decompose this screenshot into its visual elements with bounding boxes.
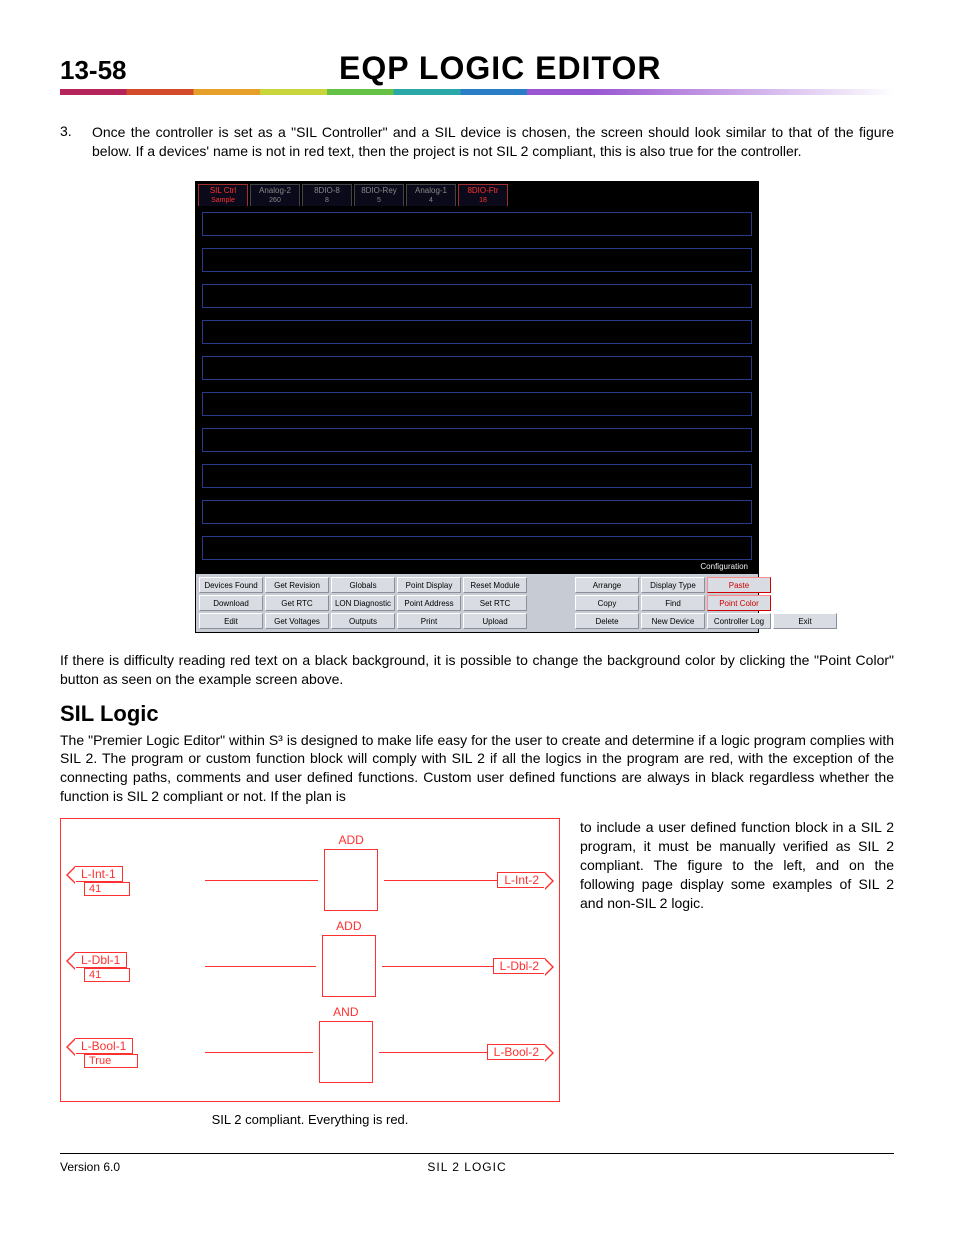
get-revision-button[interactable]: Get Revision <box>265 577 329 593</box>
globals-button[interactable]: Globals <box>331 577 395 593</box>
logic-diagram: L-Int-1 41 ADD L-Int-2 L-Dbl-1 41 ADD <box>60 818 560 1102</box>
output-pin: L-Dbl-2 <box>493 957 545 975</box>
pin-value: True <box>84 1054 138 1068</box>
figure-caption: SIL 2 compliant. Everything is red. <box>60 1112 560 1127</box>
tab-bar: SIL CtrlSample Analog-2260 8DIO-88 8DIO-… <box>196 182 758 206</box>
copy-button[interactable]: Copy <box>575 595 639 611</box>
page-header: 13-58 EQP LOGIC EDITOR <box>60 50 894 87</box>
point-rows: Configuration <box>196 206 758 574</box>
tab-analog-1[interactable]: Analog-14 <box>406 184 456 206</box>
and-block: AND <box>319 1021 373 1083</box>
tab-8dio-rey[interactable]: 8DIO-Rey5 <box>354 184 404 206</box>
screenshot-figure: SIL CtrlSample Analog-2260 8DIO-88 8DIO-… <box>60 181 894 633</box>
point-slot[interactable] <box>202 500 752 524</box>
point-slot[interactable] <box>202 356 752 380</box>
point-slot[interactable] <box>202 428 752 452</box>
pin-label: L-Int-2 <box>497 872 545 888</box>
wire <box>205 880 318 881</box>
footer-version: Version 6.0 <box>60 1160 120 1174</box>
pin-label: L-Dbl-1 <box>75 952 127 968</box>
controller-log-button[interactable]: Controller Log <box>707 613 771 629</box>
paste-button[interactable]: Paste <box>707 577 771 593</box>
tab-sil-ctrl[interactable]: SIL CtrlSample <box>198 184 248 206</box>
page-number: 13-58 <box>60 55 127 86</box>
step-number: 3. <box>60 123 78 173</box>
aside-text: to include a user defined function block… <box>580 818 894 912</box>
footer-rule <box>60 1153 894 1154</box>
pin-value: 41 <box>84 882 130 896</box>
add-block: ADD <box>322 935 376 997</box>
page: 13-58 EQP LOGIC EDITOR 3. Once the contr… <box>0 0 954 1214</box>
figure-and-text: L-Int-1 41 ADD L-Int-2 L-Dbl-1 41 ADD <box>60 818 894 1127</box>
input-pin: L-Int-1 41 <box>75 865 205 896</box>
wire <box>382 966 493 967</box>
numbered-step: 3. Once the controller is set as a "SIL … <box>60 123 894 173</box>
point-slot[interactable] <box>202 464 752 488</box>
pin-label: L-Int-1 <box>75 866 123 882</box>
find-button[interactable]: Find <box>641 595 705 611</box>
point-slot[interactable] <box>202 212 752 236</box>
pin-label: L-Dbl-2 <box>493 958 545 974</box>
pin-label: L-Bool-2 <box>487 1044 545 1060</box>
pin-value: 41 <box>84 968 130 982</box>
input-pin: L-Dbl-1 41 <box>75 951 205 982</box>
point-address-button[interactable]: Point Address <box>397 595 461 611</box>
point-slot[interactable] <box>202 284 752 308</box>
tab-8dio-8[interactable]: 8DIO-88 <box>302 184 352 206</box>
pin-label: L-Bool-1 <box>75 1038 133 1054</box>
devices-found-button[interactable]: Devices Found <box>199 577 263 593</box>
point-display-button[interactable]: Point Display <box>397 577 461 593</box>
point-color-button[interactable]: Point Color <box>707 595 771 611</box>
get-voltages-button[interactable]: Get Voltages <box>265 613 329 629</box>
arrange-button[interactable]: Arrange <box>575 577 639 593</box>
display-type-button[interactable]: Display Type <box>641 577 705 593</box>
exit-button[interactable]: Exit <box>773 613 837 629</box>
configuration-label: Configuration <box>202 562 752 572</box>
download-button[interactable]: Download <box>199 595 263 611</box>
header-rule <box>60 89 894 95</box>
set-rtc-button[interactable]: Set RTC <box>463 595 527 611</box>
print-button[interactable]: Print <box>397 613 461 629</box>
lon-diagnostic-button[interactable]: LON Diagnostic <box>331 595 395 611</box>
get-rtc-button[interactable]: Get RTC <box>265 595 329 611</box>
add-block: ADD <box>324 849 378 911</box>
wire <box>379 1052 487 1053</box>
output-pin: L-Bool-2 <box>487 1043 545 1061</box>
upload-button[interactable]: Upload <box>463 613 527 629</box>
point-slot[interactable] <box>202 392 752 416</box>
input-pin: L-Bool-1 True <box>75 1037 205 1068</box>
wire <box>205 966 316 967</box>
paragraph: The "Premier Logic Editor" within S³ is … <box>60 731 894 807</box>
new-device-button[interactable]: New Device <box>641 613 705 629</box>
paragraph: If there is difficulty reading red text … <box>60 651 894 689</box>
page-footer: Version 6.0 SIL 2 LOGIC <box>60 1160 894 1174</box>
button-grid: Devices Found Get Revision Globals Point… <box>196 574 758 632</box>
app-window: SIL CtrlSample Analog-2260 8DIO-88 8DIO-… <box>195 181 759 633</box>
tab-analog-2[interactable]: Analog-2260 <box>250 184 300 206</box>
page-title: EQP LOGIC EDITOR <box>167 50 835 87</box>
footer-title: SIL 2 LOGIC <box>120 1160 814 1174</box>
delete-button[interactable]: Delete <box>575 613 639 629</box>
point-slot[interactable] <box>202 536 752 560</box>
output-pin: L-Int-2 <box>497 871 545 889</box>
point-slot[interactable] <box>202 248 752 272</box>
wire <box>384 880 497 881</box>
wire <box>205 1052 313 1053</box>
tab-8dio-ftr[interactable]: 8DIO-Ftr18 <box>458 184 508 206</box>
point-slot[interactable] <box>202 320 752 344</box>
reset-module-button[interactable]: Reset Module <box>463 577 527 593</box>
step-text: Once the controller is set as a "SIL Con… <box>92 123 894 161</box>
edit-button[interactable]: Edit <box>199 613 263 629</box>
section-heading: SIL Logic <box>60 701 894 727</box>
outputs-button[interactable]: Outputs <box>331 613 395 629</box>
logic-figure: L-Int-1 41 ADD L-Int-2 L-Dbl-1 41 ADD <box>60 818 560 1127</box>
